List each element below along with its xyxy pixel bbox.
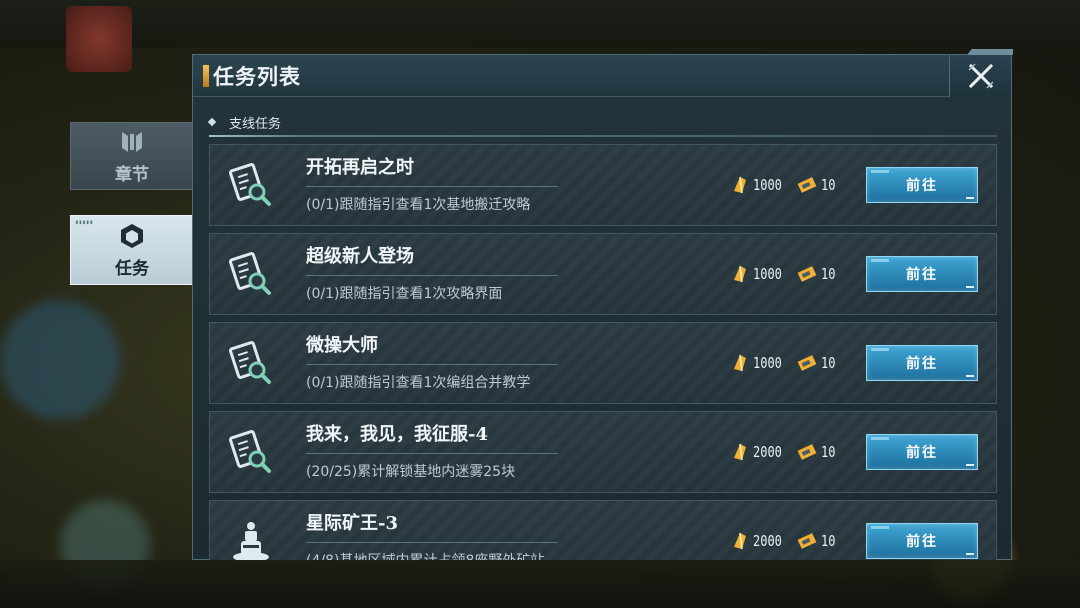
gold-crystal-icon <box>734 443 746 461</box>
button-decoration <box>966 286 974 288</box>
ticket-icon <box>797 533 817 549</box>
button-decoration <box>966 197 974 199</box>
go-button[interactable]: 前往 <box>866 345 978 381</box>
reward-ticket: 10 <box>796 175 839 195</box>
reward-gold: 1000 <box>730 353 789 373</box>
reward-amount: 1000 <box>753 176 782 194</box>
quest-divider <box>306 453 558 454</box>
sidebar-item-task[interactable]: ▮▮▮▮▮ 任务 <box>70 215 194 285</box>
mining-drill-icon <box>233 522 269 560</box>
quest-row: 星际矿王-3 (4/8)基地区域内累计占领8座野外矿站 2000 10 前往 <box>209 500 997 560</box>
quest-row: 开拓再启之时 (0/1)跟随指引查看1次基地搬迁攻略 1000 10 前往 <box>209 144 997 226</box>
reward-gold: 1000 <box>730 175 789 195</box>
reward-gold: 2000 <box>730 442 789 462</box>
button-decoration <box>871 348 889 351</box>
reward-amount: 2000 <box>753 532 782 550</box>
button-decoration <box>966 464 974 466</box>
quest-divider <box>306 364 558 365</box>
quest-description: (4/8)基地区域内累计占领8座野外矿站 <box>306 550 544 560</box>
panel-title: 任务列表 <box>213 63 301 89</box>
player-avatar <box>66 6 132 72</box>
go-button[interactable]: 前往 <box>866 523 978 559</box>
close-button[interactable] <box>949 55 1011 97</box>
diamond-icon <box>207 117 217 127</box>
panel-header: 任务列表 <box>193 55 1011 97</box>
quest-divider <box>306 542 558 543</box>
reward-amount: 10 <box>821 443 836 461</box>
quest-title: 开拓再启之时 <box>306 157 414 178</box>
reward-gold: 1000 <box>730 264 789 284</box>
reward-amount: 1000 <box>753 265 782 283</box>
go-button-label: 前往 <box>906 445 938 461</box>
quest-row: 微操大师 (0/1)跟随指引查看1次编组合并教学 1000 10 前往 <box>209 322 997 404</box>
document-search-icon <box>228 252 271 295</box>
quest-list: 开拓再启之时 (0/1)跟随指引查看1次基地搬迁攻略 1000 10 前往 超级… <box>209 144 997 560</box>
quest-title: 超级新人登场 <box>306 246 414 267</box>
document-search-icon <box>228 430 271 473</box>
quest-description: (0/1)跟随指引查看1次攻略界面 <box>306 286 503 302</box>
go-button-label: 前往 <box>906 356 938 372</box>
quest-description: (0/1)跟随指引查看1次基地搬迁攻略 <box>306 197 531 213</box>
document-search-icon <box>228 341 271 384</box>
ticket-icon <box>797 177 817 193</box>
reward-ticket: 10 <box>796 353 839 373</box>
gold-crystal-icon <box>734 532 746 550</box>
background-blur <box>0 300 120 420</box>
button-decoration <box>871 526 889 529</box>
reward-amount: 10 <box>821 265 836 283</box>
button-decoration <box>871 170 889 173</box>
section-label: 支线任务 <box>229 116 282 132</box>
go-button-label: 前往 <box>906 178 938 194</box>
ticket-icon <box>797 266 817 282</box>
title-accent-bar <box>203 64 209 87</box>
gold-crystal-icon <box>734 354 746 372</box>
sidebar-item-chapter[interactable]: 章节 <box>70 122 194 190</box>
ticket-icon <box>797 444 817 460</box>
tab-decoration: ▮▮▮▮▮ <box>75 219 94 226</box>
go-button[interactable]: 前往 <box>866 434 978 470</box>
reward-gold: 2000 <box>730 531 789 551</box>
task-list-panel: 任务列表 支线任务 开拓再启之时 (0/1)跟随指引查看1次基地搬迁攻略 100… <box>192 49 1013 560</box>
game-bottom-bar-background <box>0 560 1080 608</box>
reward-amount: 1000 <box>753 354 782 372</box>
document-search-icon <box>228 163 271 206</box>
reward-amount: 10 <box>821 532 836 550</box>
go-button[interactable]: 前往 <box>866 256 978 292</box>
chapter-icon <box>122 131 142 152</box>
quest-row: 超级新人登场 (0/1)跟随指引查看1次攻略界面 1000 10 前往 <box>209 233 997 315</box>
header-corner-decoration <box>967 49 1013 55</box>
gold-crystal-icon <box>734 265 746 283</box>
button-decoration <box>966 553 974 555</box>
go-button-label: 前往 <box>906 534 938 550</box>
ticket-icon <box>797 355 817 371</box>
quest-title: 微操大师 <box>306 335 378 356</box>
quest-row: 我来，我见，我征服-4 (20/25)累计解锁基地内迷雾25块 2000 10 … <box>209 411 997 493</box>
quest-title: 星际矿王-3 <box>306 513 398 534</box>
hexagon-icon <box>121 223 143 248</box>
reward-ticket: 10 <box>796 531 839 551</box>
sidebar-item-label: 任务 <box>115 258 149 279</box>
reward-ticket: 10 <box>796 264 839 284</box>
quest-description: (0/1)跟随指引查看1次编组合并教学 <box>306 375 531 391</box>
quest-title: 我来，我见，我征服-4 <box>306 424 488 445</box>
quest-divider <box>306 275 558 276</box>
game-top-bar-background <box>0 0 1080 48</box>
button-decoration <box>966 375 974 377</box>
go-button-label: 前往 <box>906 267 938 283</box>
reward-amount: 2000 <box>753 443 782 461</box>
reward-amount: 10 <box>821 176 836 194</box>
close-icon <box>967 63 994 89</box>
quest-description: (20/25)累计解锁基地内迷雾25块 <box>306 464 516 480</box>
quest-divider <box>306 186 558 187</box>
gold-crystal-icon <box>734 176 746 194</box>
sidebar-item-label: 章节 <box>115 164 149 185</box>
reward-amount: 10 <box>821 354 836 372</box>
tab-side-quests[interactable]: 支线任务 <box>207 109 282 135</box>
reward-ticket: 10 <box>796 442 839 462</box>
section-divider <box>209 135 997 137</box>
button-decoration <box>871 437 889 440</box>
button-decoration <box>871 259 889 262</box>
go-button[interactable]: 前往 <box>866 167 978 203</box>
